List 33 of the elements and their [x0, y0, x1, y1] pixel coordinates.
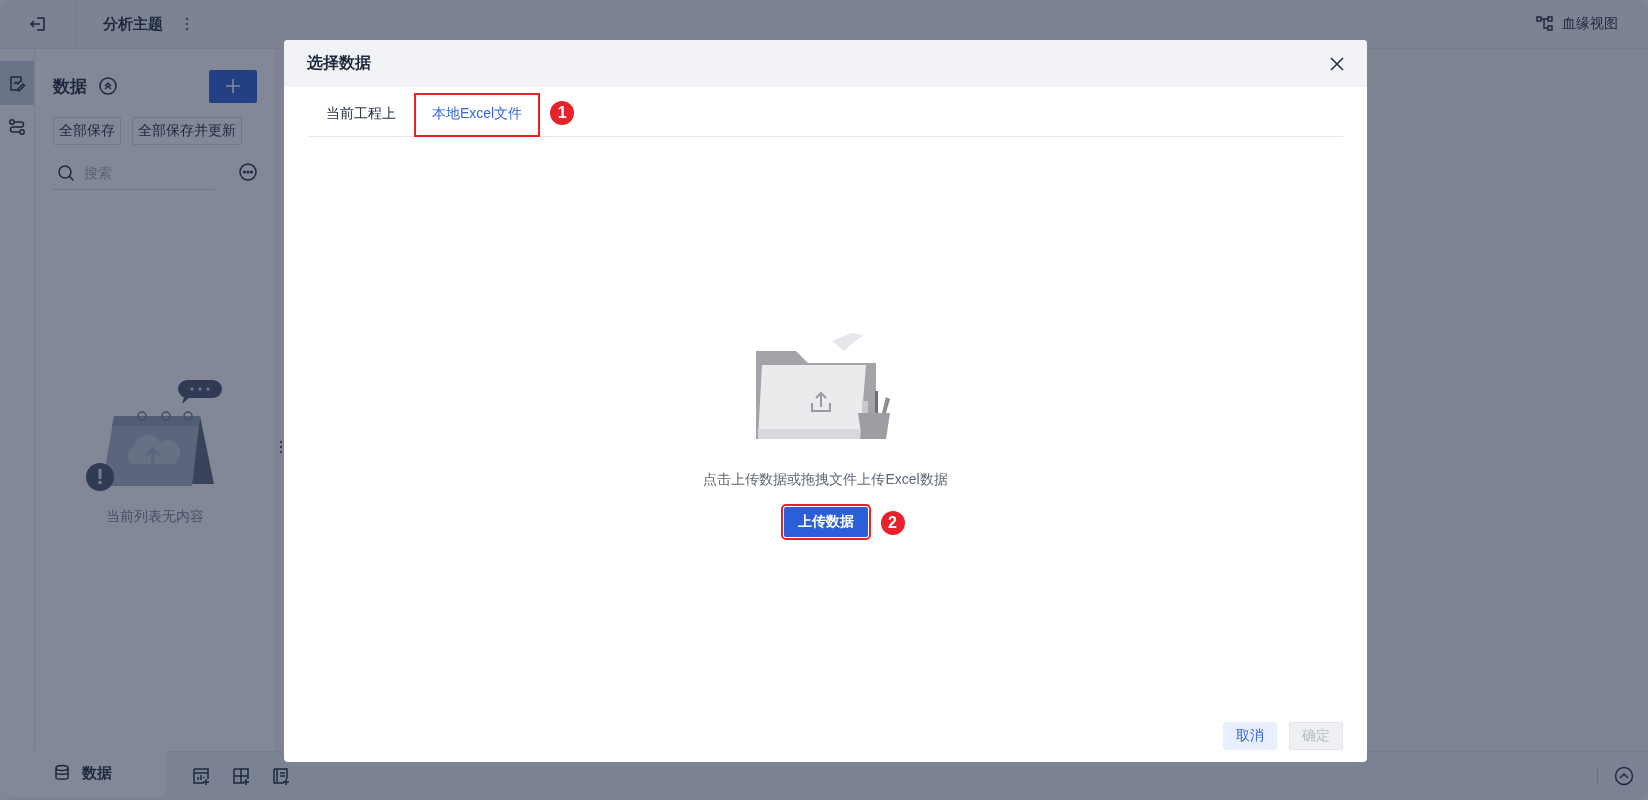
more-icon[interactable]: [185, 16, 189, 32]
save-button[interactable]: 全部保存并更新: [132, 117, 242, 145]
cancel-button[interactable]: 取消: [1223, 722, 1277, 750]
empty-message: 当前列表无内容: [106, 508, 204, 526]
edit-chart-icon: [8, 74, 26, 92]
plus-icon: [225, 78, 241, 94]
add-chart-icon[interactable]: [192, 767, 210, 785]
flow-icon: [8, 118, 26, 136]
resize-handle-icon[interactable]: [279, 439, 283, 455]
upload-hint: 点击上传数据或拖拽文件上传Excel数据: [703, 470, 948, 489]
page-title: 分析主题: [103, 14, 163, 34]
callout-badge: 1: [550, 100, 575, 125]
exit-icon[interactable]: [29, 15, 47, 33]
panel-title: 数据: [53, 75, 87, 98]
add-table-icon[interactable]: [232, 767, 250, 785]
lineage-icon: [1536, 15, 1554, 33]
close-button[interactable]: [1329, 55, 1345, 72]
add-report-icon[interactable]: [272, 767, 290, 785]
collapse-icon[interactable]: [99, 77, 117, 95]
callout-badge: 2: [880, 510, 905, 535]
tab[interactable]: 本地Excel文件: [414, 93, 541, 137]
data-tab[interactable]: 数据: [0, 749, 166, 797]
more-icon[interactable]: [239, 162, 257, 181]
upload-button[interactable]: 上传数据: [783, 506, 868, 537]
lineage-view-button[interactable]: 血缘视图: [1536, 15, 1618, 33]
search-icon: [57, 164, 75, 182]
save-button[interactable]: 全部保存: [53, 117, 121, 145]
add-button[interactable]: [209, 69, 257, 103]
lineage-view-label: 血缘视图: [1562, 15, 1618, 33]
tab[interactable]: 当前工程上: [308, 93, 414, 137]
dialog-title: 选择数据: [307, 53, 371, 73]
expand-up-icon[interactable]: [1614, 766, 1634, 786]
database-icon: [54, 764, 70, 782]
